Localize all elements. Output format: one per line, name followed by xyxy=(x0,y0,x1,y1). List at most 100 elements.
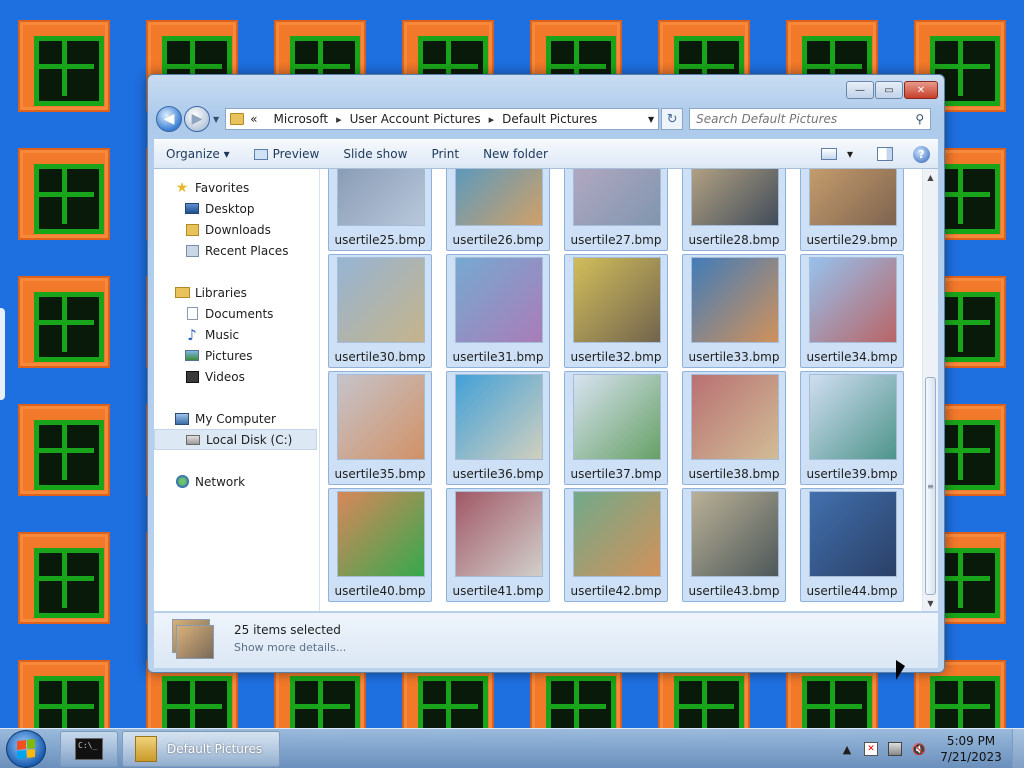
file-name: usertile37.bmp xyxy=(570,467,662,481)
taskbar-cmd-button[interactable]: C:\_ xyxy=(60,731,118,767)
breadcrumb-separator[interactable]: ▸ xyxy=(336,113,342,126)
sidebar-item-favorites[interactable]: ★ Favorites xyxy=(154,177,319,198)
file-name: usertile38.bmp xyxy=(688,467,780,481)
file-item[interactable]: usertile25.bmp xyxy=(328,169,432,251)
desktop-icon xyxy=(185,203,199,214)
help-icon[interactable]: ? xyxy=(913,145,930,163)
sidebar-item-downloads[interactable]: Downloads xyxy=(154,219,319,240)
file-name: usertile25.bmp xyxy=(334,233,426,247)
organize-button[interactable]: Organize ▾ xyxy=(154,147,242,161)
file-item[interactable]: usertile31.bmp xyxy=(446,254,550,368)
file-name: usertile33.bmp xyxy=(688,350,780,364)
system-tray: ▲ ✕ 🔇 5:09 PM 7/21/2023 xyxy=(840,729,1024,768)
file-item[interactable]: usertile32.bmp xyxy=(564,254,668,368)
clock-date: 7/21/2023 xyxy=(940,750,1002,764)
show-hidden-icons-button[interactable]: ▲ xyxy=(840,742,854,756)
image-thumbnail xyxy=(809,169,897,226)
start-button[interactable] xyxy=(6,730,46,768)
file-name: usertile30.bmp xyxy=(334,350,426,364)
file-item[interactable]: usertile26.bmp xyxy=(446,169,550,251)
preview-button[interactable]: Preview xyxy=(242,147,332,161)
maximize-button[interactable]: ▭ xyxy=(875,81,903,99)
file-item[interactable]: usertile29.bmp xyxy=(800,169,904,251)
file-item[interactable]: usertile37.bmp xyxy=(564,371,668,485)
show-more-details-link[interactable]: Show more details... xyxy=(234,641,346,654)
sidebar-label: Favorites xyxy=(195,180,250,195)
file-item[interactable]: usertile43.bmp xyxy=(682,488,786,602)
scroll-up-arrow[interactable]: ▲ xyxy=(923,169,938,185)
sidebar-label: Desktop xyxy=(205,201,255,216)
sidebar-item-recent-places[interactable]: Recent Places xyxy=(154,240,319,261)
search-box[interactable]: ⚲ xyxy=(689,108,932,130)
file-item[interactable]: usertile39.bmp xyxy=(800,371,904,485)
file-item[interactable]: usertile42.bmp xyxy=(564,488,668,602)
taskbar-explorer-button[interactable]: Default Pictures xyxy=(122,731,280,767)
folder-icon xyxy=(135,736,157,762)
file-item[interactable]: usertile38.bmp xyxy=(682,371,786,485)
folder-icon xyxy=(230,113,245,125)
search-icon[interactable]: ⚲ xyxy=(915,112,924,126)
change-view-icon[interactable] xyxy=(820,148,837,160)
sidebar-item-documents[interactable]: Documents xyxy=(154,303,319,324)
address-dropdown[interactable]: ▼ xyxy=(648,115,654,124)
preview-pane-icon[interactable] xyxy=(877,147,893,161)
breadcrumb-default-pictures[interactable]: Default Pictures xyxy=(502,112,597,126)
navigation-pane: ★ Favorites Desktop Downloads Recent Pla… xyxy=(154,169,320,611)
forward-button[interactable]: ▶ xyxy=(184,106,210,132)
image-thumbnail xyxy=(573,257,661,343)
sidebar-item-videos[interactable]: Videos xyxy=(154,366,319,387)
file-name: usertile35.bmp xyxy=(334,467,426,481)
vertical-scrollbar[interactable]: ▲ ≡ ▼ xyxy=(922,169,938,611)
sidebar-item-local-disk[interactable]: Local Disk (C:) xyxy=(154,429,317,450)
sidebar-item-music[interactable]: ♪ Music xyxy=(154,324,319,345)
computer-icon xyxy=(175,412,189,425)
sidebar-item-pictures[interactable]: Pictures xyxy=(154,345,319,366)
scroll-down-arrow[interactable]: ▼ xyxy=(923,595,938,611)
refresh-button[interactable]: ↻ xyxy=(661,108,684,130)
sidebar-item-network[interactable]: Network xyxy=(154,471,319,492)
sidebar-item-my-computer[interactable]: My Computer xyxy=(154,408,319,429)
close-button[interactable]: ✕ xyxy=(904,81,938,99)
gadget-edge[interactable] xyxy=(0,308,5,400)
file-item[interactable]: usertile35.bmp xyxy=(328,371,432,485)
new-folder-button[interactable]: New folder xyxy=(471,147,560,161)
file-name: usertile31.bmp xyxy=(452,350,544,364)
file-item[interactable]: usertile33.bmp xyxy=(682,254,786,368)
network-icon xyxy=(175,475,189,488)
sidebar-label: Pictures xyxy=(205,348,253,363)
search-input[interactable] xyxy=(696,112,916,126)
libraries-icon xyxy=(174,287,190,298)
print-button[interactable]: Print xyxy=(419,147,471,161)
windows-logo-icon xyxy=(17,739,35,759)
file-item[interactable]: usertile30.bmp xyxy=(328,254,432,368)
view-options-dropdown[interactable]: ▾ xyxy=(847,147,853,161)
clock[interactable]: 5:09 PM 7/21/2023 xyxy=(936,733,1006,765)
minimize-button[interactable]: — xyxy=(846,81,874,99)
breadcrumb-microsoft[interactable]: Microsoft xyxy=(274,112,329,126)
file-item[interactable]: usertile34.bmp xyxy=(800,254,904,368)
command-bar: Organize ▾ Preview Slide show Print New … xyxy=(154,139,938,169)
file-item[interactable]: usertile44.bmp xyxy=(800,488,904,602)
address-bar[interactable]: « Microsoft ▸ User Account Pictures ▸ De… xyxy=(225,108,660,130)
address-overflow[interactable]: « xyxy=(250,112,257,126)
volume-muted-icon[interactable]: 🔇 xyxy=(912,742,926,756)
file-item[interactable]: usertile28.bmp xyxy=(682,169,786,251)
image-thumbnail xyxy=(573,169,661,226)
file-item[interactable]: usertile27.bmp xyxy=(564,169,668,251)
action-center-icon[interactable]: ✕ xyxy=(864,742,878,756)
file-item[interactable]: usertile40.bmp xyxy=(328,488,432,602)
back-button[interactable]: ◀ xyxy=(156,106,182,132)
recent-pages-dropdown[interactable]: ▼ xyxy=(213,115,219,124)
file-name: usertile44.bmp xyxy=(806,584,898,598)
breadcrumb-separator[interactable]: ▸ xyxy=(489,113,495,126)
network-status-icon[interactable] xyxy=(888,742,902,756)
sidebar-item-libraries[interactable]: Libraries xyxy=(154,282,319,303)
file-item[interactable]: usertile36.bmp xyxy=(446,371,550,485)
file-item[interactable]: usertile41.bmp xyxy=(446,488,550,602)
scroll-thumb[interactable]: ≡ xyxy=(925,377,936,595)
show-desktop-button[interactable] xyxy=(1012,729,1024,768)
image-thumbnail xyxy=(337,169,425,226)
breadcrumb-user-account-pictures[interactable]: User Account Pictures xyxy=(350,112,481,126)
slideshow-button[interactable]: Slide show xyxy=(331,147,419,161)
sidebar-item-desktop[interactable]: Desktop xyxy=(154,198,319,219)
